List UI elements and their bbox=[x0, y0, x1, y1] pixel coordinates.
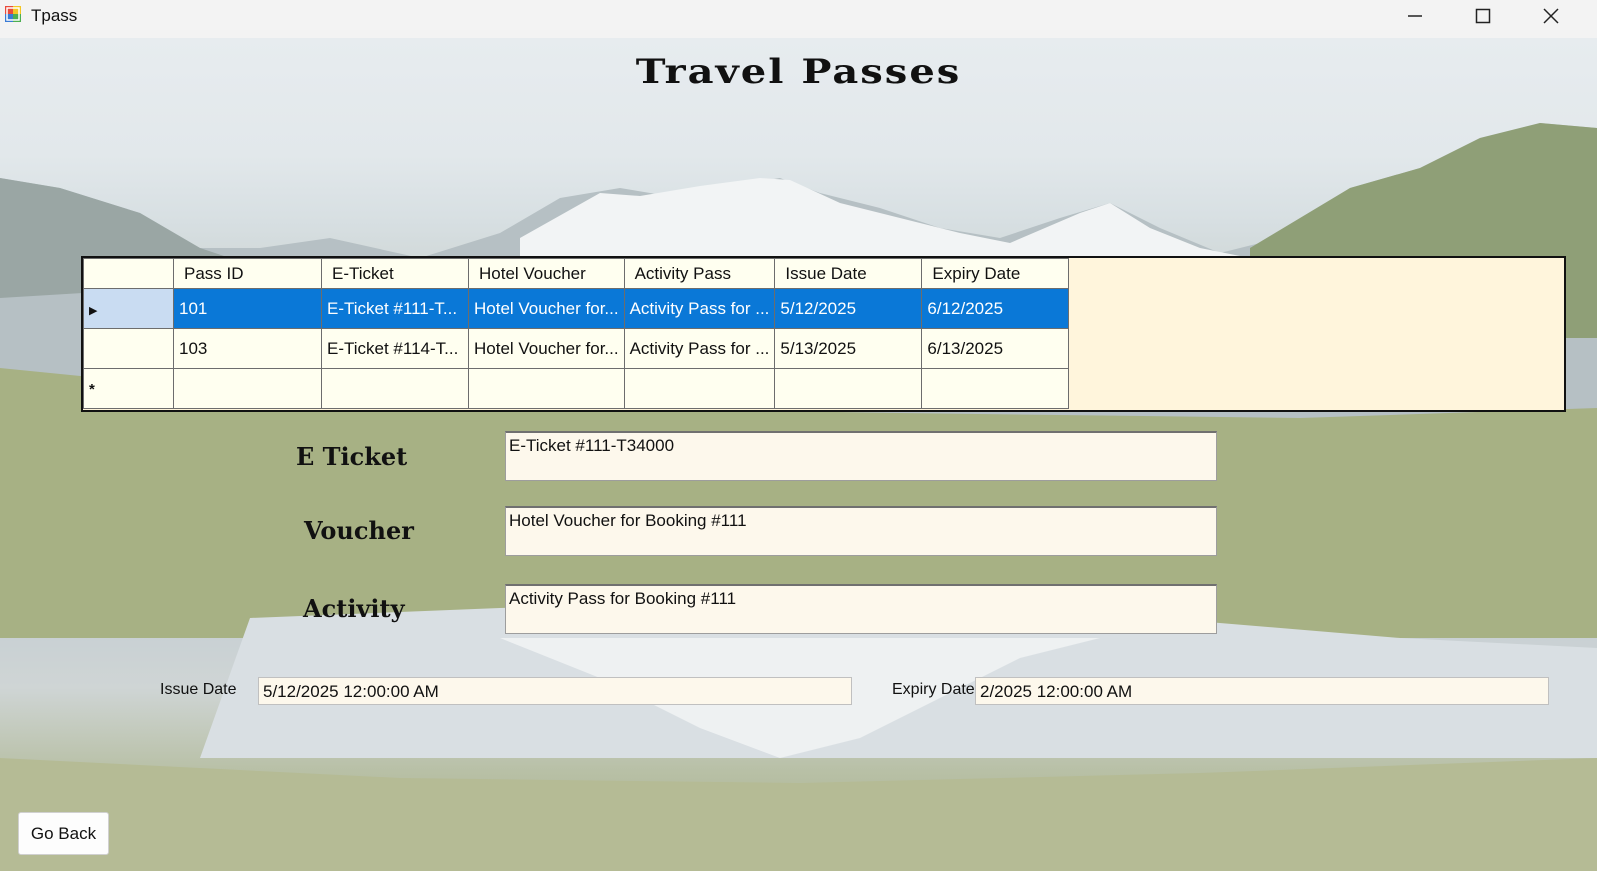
activity-textbox[interactable]: Activity Pass for Booking #111 bbox=[505, 584, 1217, 634]
page-title: Travel Passes bbox=[635, 51, 962, 92]
minimize-icon bbox=[1408, 15, 1422, 17]
issue-date-label: Issue Date bbox=[160, 681, 237, 698]
column-header-expiry-date[interactable]: Expiry Date bbox=[921, 258, 1070, 289]
cell-expiry-date[interactable]: 6/13/2025 bbox=[921, 328, 1070, 369]
new-cell[interactable] bbox=[173, 368, 322, 409]
form-client-area: Travel Passes Pass ID E-Ticket Hotel Vou… bbox=[0, 38, 1597, 871]
app-icon bbox=[5, 6, 21, 22]
column-header-eticket[interactable]: E-Ticket bbox=[321, 258, 469, 289]
go-back-button[interactable]: Go Back bbox=[18, 812, 109, 855]
column-header-pass-id[interactable]: Pass ID bbox=[173, 258, 322, 289]
cell-eticket[interactable]: E-Ticket #114-T... bbox=[321, 328, 469, 369]
voucher-label: Voucher bbox=[304, 516, 414, 545]
cell-pass-id[interactable]: 103 bbox=[173, 328, 322, 369]
new-cell[interactable] bbox=[774, 368, 923, 409]
cell-hotel-voucher[interactable]: Hotel Voucher for... bbox=[468, 288, 625, 329]
cell-issue-date[interactable]: 5/13/2025 bbox=[774, 328, 923, 369]
minimize-button[interactable] bbox=[1381, 0, 1449, 32]
new-cell[interactable] bbox=[921, 368, 1070, 409]
column-header-hotel-voucher[interactable]: Hotel Voucher bbox=[468, 258, 625, 289]
row-header[interactable] bbox=[83, 328, 174, 369]
expiry-date-label: Expiry Date bbox=[892, 681, 975, 698]
cell-expiry-date[interactable]: 6/12/2025 bbox=[921, 288, 1070, 329]
close-icon bbox=[1543, 8, 1559, 24]
column-header-activity-pass[interactable]: Activity Pass bbox=[623, 258, 776, 289]
row-header-current[interactable]: ▶ bbox=[83, 288, 174, 329]
cell-activity-pass[interactable]: Activity Pass for ... bbox=[623, 288, 776, 329]
activity-label: Activity bbox=[303, 594, 405, 623]
voucher-textbox[interactable]: Hotel Voucher for Booking #111 bbox=[505, 506, 1217, 556]
eticket-textbox[interactable]: E-Ticket #111-T34000 bbox=[505, 431, 1217, 481]
column-header-issue-date[interactable]: Issue Date bbox=[774, 258, 923, 289]
new-row-asterisk-icon: * bbox=[89, 380, 95, 398]
cell-hotel-voucher[interactable]: Hotel Voucher for... bbox=[468, 328, 625, 369]
table-row[interactable]: ▶ 101 E-Ticket #111-T... Hotel Voucher f… bbox=[83, 288, 1070, 329]
new-cell[interactable] bbox=[321, 368, 469, 409]
passes-data-grid[interactable]: Pass ID E-Ticket Hotel Voucher Activity … bbox=[81, 256, 1566, 412]
cell-issue-date[interactable]: 5/12/2025 bbox=[774, 288, 923, 329]
expiry-date-picker[interactable]: 2/2025 12:00:00 AM bbox=[975, 677, 1549, 705]
cell-activity-pass[interactable]: Activity Pass for ... bbox=[623, 328, 776, 369]
close-button[interactable] bbox=[1517, 0, 1585, 32]
title-bar: Tpass bbox=[0, 0, 1597, 38]
maximize-button[interactable] bbox=[1449, 0, 1517, 32]
new-cell[interactable] bbox=[468, 368, 625, 409]
current-row-arrow-icon: ▶ bbox=[89, 304, 98, 317]
new-row-header[interactable]: * bbox=[83, 368, 174, 409]
grid-corner-header[interactable] bbox=[83, 258, 174, 289]
table-row[interactable]: 103 E-Ticket #114-T... Hotel Voucher for… bbox=[83, 328, 1070, 369]
new-row[interactable]: * bbox=[83, 368, 1070, 409]
new-cell[interactable] bbox=[623, 368, 776, 409]
maximize-icon bbox=[1475, 8, 1491, 24]
eticket-label: E Ticket bbox=[296, 442, 408, 471]
cell-pass-id[interactable]: 101 bbox=[173, 288, 322, 329]
window-title: Tpass bbox=[31, 6, 78, 25]
issue-date-picker[interactable]: 5/12/2025 12:00:00 AM bbox=[258, 677, 852, 705]
cell-eticket[interactable]: E-Ticket #111-T... bbox=[321, 288, 469, 329]
grid-header-row: Pass ID E-Ticket Hotel Voucher Activity … bbox=[83, 258, 1070, 289]
